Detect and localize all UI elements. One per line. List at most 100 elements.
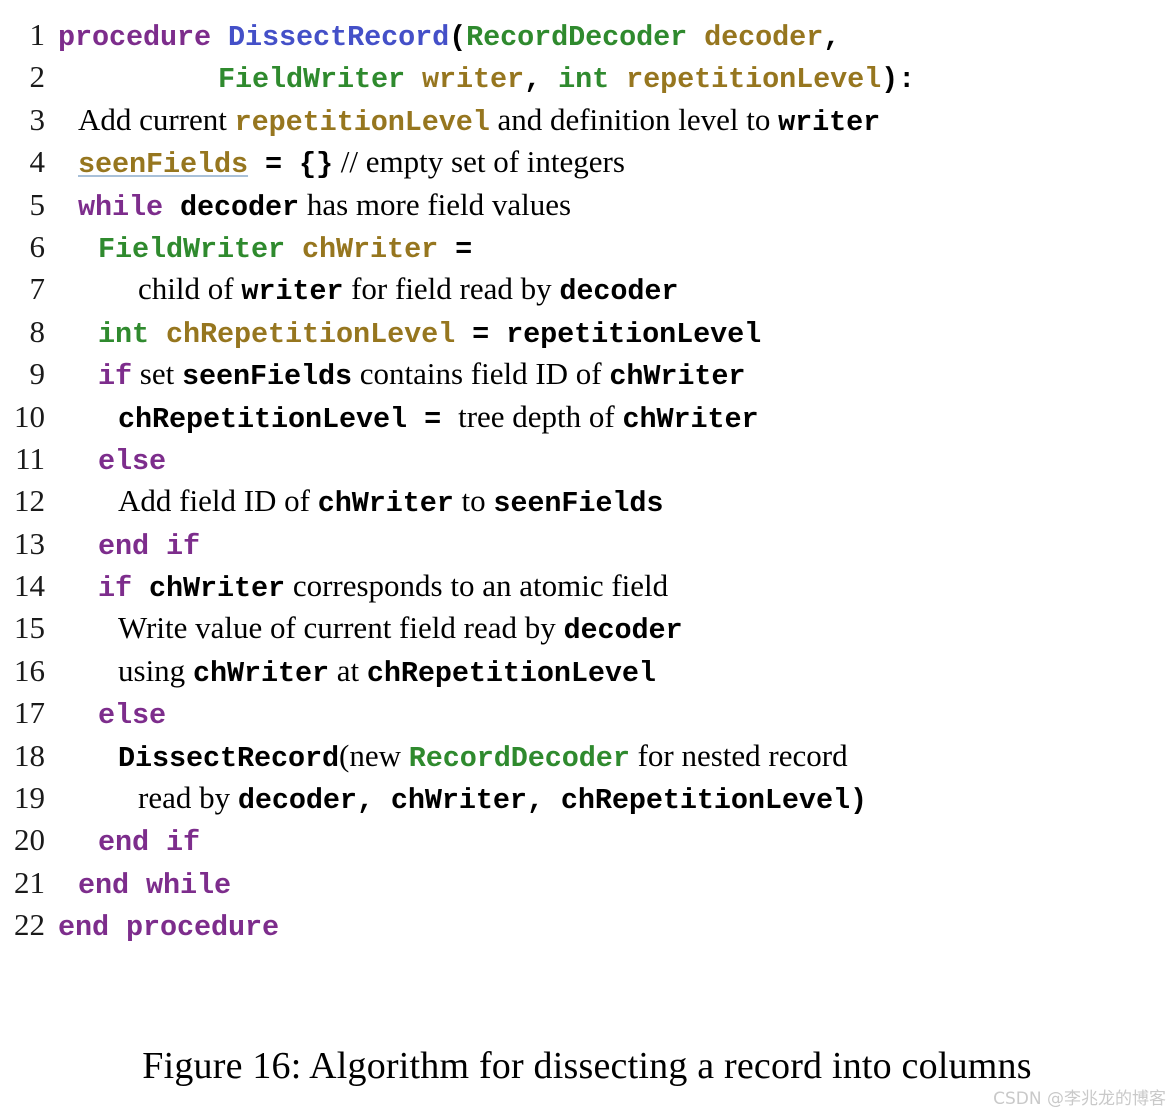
code-token-type: FieldWriter [218,63,406,97]
figure-algorithm-dissect-record: 1 procedure DissectRecord(RecordDecoder d… [0,0,1174,1116]
code-line-content: DissectRecord(new RecordDecoder for nest… [58,735,848,780]
code-token-var: repetitionLevel [626,63,882,97]
line-number: 6 [29,228,46,264]
code-token-kw: else [98,444,167,478]
code-line-content: else [58,693,166,737]
code-line: 14 if chWriter corresponds to an atomic f… [0,565,1174,607]
line-number: 21 [14,864,45,900]
code-token-plain: writer [241,275,344,309]
csdn-watermark: CSDN @李兆龙的博客 [993,1089,1166,1109]
line-number: 5 [29,186,46,222]
prose-text: using [118,652,193,688]
code-token-var: repetitionLevel [234,105,490,139]
prose-text: for nested record [629,737,848,773]
line-number: 18 [14,737,45,773]
code-token-plain: = [438,232,473,266]
line-number: 17 [14,695,45,731]
code-line: 13 end if [0,523,1174,565]
figure-caption: Figure 16: Algorithm for dissecting a re… [142,1045,1032,1087]
prose-text: corresponds to an atomic field [285,568,669,604]
code-line: 7 child of writer for field read by decod… [0,268,1174,310]
code-line-content: if set seenFields contains field ID of c… [58,353,746,398]
code-line-content: else [58,439,166,483]
code-token-plain: DissectRecord [118,741,340,775]
code-line: 1 procedure DissectRecord(RecordDecoder d… [0,14,1174,56]
code-token-kw: end if [98,826,201,860]
code-line-content: int chRepetitionLevel = repetitionLevel [58,312,761,356]
pseudocode-listing: 1 procedure DissectRecord(RecordDecoder d… [0,14,1174,947]
code-line-content: end if [58,524,200,568]
code-token-type: FieldWriter [98,232,286,266]
prose-text: // empty set of integers [333,144,625,180]
prose-text: ( [339,737,350,773]
prose-text: Add field ID of [118,483,318,519]
code-line: 5 while decoder has more field values [0,184,1174,226]
code-token-var: decoder [704,21,824,54]
code-token-type: int [98,317,150,351]
code-token-kw: while [78,190,164,224]
code-line-content: if chWriter corresponds to an atomic fie… [58,565,668,610]
prose-text: child of [138,271,242,307]
code-line-content: Add current repetitionLevel and definiti… [58,99,880,144]
prose-text: for field read by [343,271,560,307]
code-line-content: FieldWriter writer, int repetitionLevel)… [58,57,915,101]
prose-text: at [328,652,367,688]
prose-text: set [132,356,182,392]
code-token-plain: = [455,317,507,351]
code-line: 15 Write value of current field read by d… [0,607,1174,649]
code-line: 11 else [0,438,1174,480]
code-token-kw: else [98,699,167,733]
line-number: 7 [29,271,46,307]
code-line-content: read by decoder, chWriter, chRepetitionL… [58,777,867,822]
prose-text: tree depth of [458,398,623,434]
code-line: 16 using chWriter at chRepetitionLevel [0,650,1174,692]
line-number: 1 [29,17,46,52]
line-number: 9 [29,356,46,392]
code-token-plain: chRepetitionLevel [366,656,656,690]
code-line: 12 Add field ID of chWriter to seenFields [0,480,1174,522]
code-token-type: int [558,63,610,97]
code-line: 9 if set seenFields contains field ID of … [0,353,1174,395]
code-token-plain: ): [881,63,916,97]
line-number: 10 [14,398,45,434]
code-token-plain: writer [778,105,881,139]
code-token-fn: DissectRecord [228,21,450,54]
prose-text: has more field values [299,186,572,222]
code-token-plain: repetitionLevel [506,317,762,351]
code-line-content: procedure DissectRecord(RecordDecoder de… [58,15,840,59]
line-number: 15 [14,610,45,646]
code-token-plain: , [524,63,559,97]
code-token-plain: seenFields [181,360,352,394]
code-line-content: using chWriter at chRepetitionLevel [58,650,656,695]
code-line-content: end if [58,820,200,864]
code-line-content: child of writer for field read by decode… [58,268,679,313]
code-token-kw: if [98,572,133,606]
code-line-content: Write value of current field read by dec… [58,607,683,652]
code-token-var: chWriter [302,232,439,266]
code-token-kw: end while [78,868,232,902]
code-line-content: chRepetitionLevel = tree depth of chWrit… [58,396,759,441]
code-token-kw: end if [98,529,201,563]
code-token-plain: chWriter [622,402,759,436]
line-number: 12 [14,483,45,519]
code-token-plain: = [407,402,459,436]
code-line: 4 seenFields = {} // empty set of integer… [0,141,1174,183]
code-line: 22 end procedure [0,904,1174,946]
code-token-plain: chRepetitionLevel [118,402,408,436]
prose-text: Write value of current field read by [118,610,564,646]
code-line-content: seenFields = {} // empty set of integers [58,141,625,186]
code-line: 8 int chRepetitionLevel = repetitionLevel [0,311,1174,353]
code-token-plain: ( [449,21,467,54]
code-line: 18 DissectRecord(new RecordDecoder for ne… [0,735,1174,777]
code-token-plain: chWriter [609,360,746,394]
code-line-content: while decoder has more field values [58,184,571,229]
code-token-kw: if [98,360,133,394]
line-number: 13 [14,525,45,561]
code-line: 17 else [0,692,1174,734]
line-number: 4 [29,144,46,180]
code-line: 20 end if [0,819,1174,861]
code-token-plain: decoder [559,275,679,309]
